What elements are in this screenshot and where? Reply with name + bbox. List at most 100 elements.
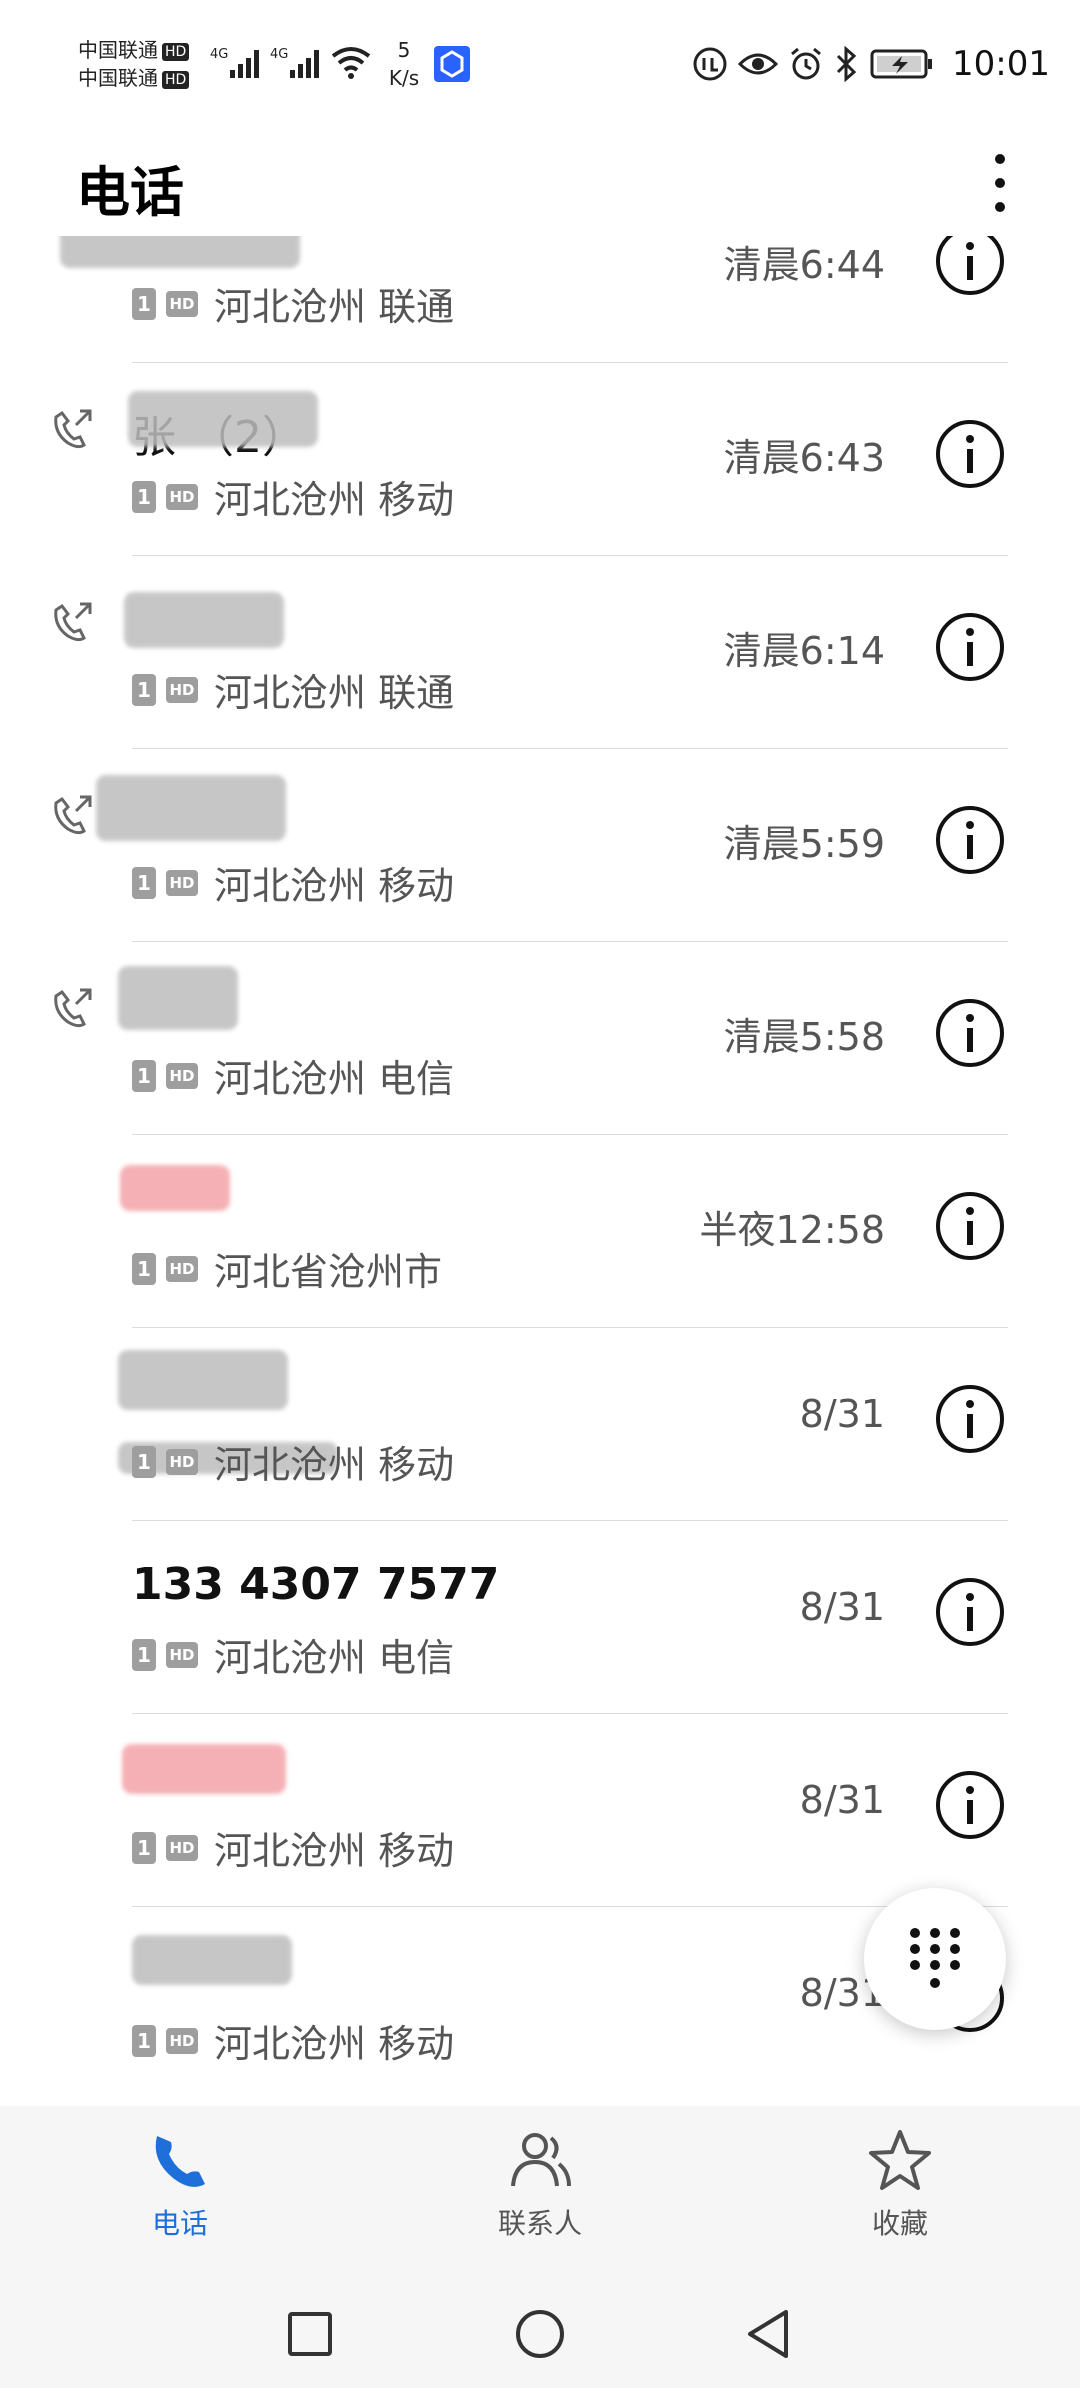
- wifi-icon: [331, 47, 371, 79]
- status-bar: 中国联通 HD 中国联通 HD 4G 4G 5 K/s 10:01: [0, 0, 1080, 120]
- more-dot: [995, 202, 1005, 212]
- more-dot: [995, 178, 1005, 188]
- bottom-navigation: 电话 联系人 收藏: [0, 2106, 1080, 2282]
- network-speed-value: 5: [397, 38, 411, 62]
- status-time: 10:01: [952, 44, 1050, 84]
- caller-location: 河北沧州 移动: [214, 1829, 455, 1873]
- phone-app-screen: 中国联通 HD 中国联通 HD 4G 4G 5 K/s 10:01 电话 1 H…: [0, 0, 1080, 2388]
- home-button[interactable]: [510, 2304, 570, 2364]
- redacted-name: [132, 1935, 292, 1985]
- info-icon[interactable]: [935, 805, 1005, 875]
- sim-card-icon: 1: [132, 287, 156, 320]
- info-icon[interactable]: [935, 236, 1005, 296]
- alarm-icon: [791, 47, 821, 80]
- call-time: 清晨6:43: [723, 436, 885, 480]
- info-icon[interactable]: [935, 612, 1005, 682]
- sim-card-icon: 1: [132, 1252, 156, 1285]
- call-time: 8/31: [799, 1392, 885, 1436]
- system-navigation-bar: [0, 2282, 1080, 2388]
- sim-card-icon: 1: [132, 480, 156, 513]
- page-title: 电话: [76, 161, 184, 224]
- phone-icon: [155, 2136, 205, 2187]
- info-icon[interactable]: [935, 998, 1005, 1068]
- caller-location: 河北沧州 电信: [214, 1057, 455, 1101]
- call-details: 1 HD 河北沧州 电信: [132, 1048, 454, 1103]
- tab-favorites[interactable]: 收藏: [800, 2128, 1000, 2268]
- info-icon[interactable]: [935, 1770, 1005, 1840]
- bluetooth-icon: [836, 46, 857, 82]
- outgoing-call-icon: [54, 795, 92, 835]
- tab-label: 收藏: [871, 2207, 928, 2240]
- eye-comfort-icon: [738, 53, 779, 75]
- contacts-icon: [511, 2133, 571, 2187]
- call-details: 1 HD 河北省沧州市: [132, 1241, 442, 1296]
- app-notification-icon: [434, 46, 470, 82]
- hd-call-icon: HD: [166, 290, 198, 317]
- call-log-row[interactable]: 1 HD 河北沧州 联通 清晨6:44: [0, 236, 1080, 363]
- tab-phone[interactable]: 电话: [80, 2128, 280, 2268]
- sim-card-icon: 1: [132, 1638, 156, 1671]
- call-time: 半夜12:58: [699, 1208, 885, 1252]
- back-button[interactable]: [740, 2304, 800, 2364]
- call-log-row[interactable]: 1 HD 河北沧州 移动 清晨5:59: [0, 749, 1080, 942]
- caller-location: 河北沧州 移动: [214, 478, 455, 522]
- more-options-button[interactable]: [980, 150, 1020, 216]
- outgoing-call-icon: [54, 409, 92, 449]
- sim-card-icon: 1: [132, 1059, 156, 1092]
- tab-contacts[interactable]: 联系人: [440, 2128, 640, 2268]
- call-log-row[interactable]: 133 4307 7577 1 HD 河北沧州 电信 8/31: [0, 1521, 1080, 1714]
- redacted-name: [96, 775, 286, 841]
- hd-call-icon: HD: [166, 2027, 198, 2054]
- caller-location: 河北沧州 电信: [214, 1636, 455, 1680]
- caller-location: 河北沧州 联通: [214, 285, 455, 329]
- hd-voice-badge: HD: [162, 70, 190, 89]
- call-log-row[interactable]: 1 HD 河北沧州 联通 清晨6:14: [0, 556, 1080, 749]
- dialpad-button[interactable]: [864, 1888, 1006, 2030]
- call-time: 清晨5:58: [723, 1015, 885, 1059]
- call-log-list: 1 HD 河北沧州 联通 清晨6:44 张 （2） 1 HD 河北沧州 移动 清…: [0, 236, 1080, 2106]
- call-details: 1 HD 河北沧州 电信: [132, 1627, 454, 1682]
- hd-call-icon: HD: [166, 869, 198, 896]
- call-log-row[interactable]: 张 （2） 1 HD 河北沧州 移动 清晨6:43: [0, 363, 1080, 556]
- redacted-name: [120, 1165, 230, 1211]
- signal-strength-1-icon: 4G: [210, 47, 259, 78]
- sim-card-icon: 1: [132, 866, 156, 899]
- recent-apps-button[interactable]: [280, 2304, 340, 2364]
- hd-call-icon: HD: [166, 1448, 198, 1475]
- sim-card-icon: 1: [132, 673, 156, 706]
- info-icon[interactable]: [935, 1384, 1005, 1454]
- info-icon[interactable]: [935, 419, 1005, 489]
- hd-call-icon: HD: [166, 676, 198, 703]
- caller-location: 河北沧州 联通: [214, 671, 455, 715]
- call-log-row[interactable]: 1 HD 河北沧州 电信 清晨5:58: [0, 942, 1080, 1135]
- call-log-row[interactable]: 1 HD 河北沧州 移动 8/31: [0, 1328, 1080, 1521]
- caller-location: 河北省沧州市: [214, 1250, 443, 1294]
- dialpad-icon: [910, 1928, 960, 1988]
- signal-strength-2-icon: 4G: [270, 47, 319, 78]
- hd-call-icon: HD: [166, 483, 198, 510]
- call-log-row[interactable]: 1 HD 河北沧州 移动 8/31: [0, 1714, 1080, 1907]
- call-log-row[interactable]: 1 HD 河北省沧州市 半夜12:58: [0, 1135, 1080, 1328]
- redacted-name: [118, 1350, 288, 1410]
- call-details: 1 HD 河北沧州 移动: [132, 2013, 454, 2068]
- info-icon[interactable]: [935, 1191, 1005, 1261]
- hd-call-icon: HD: [166, 1255, 198, 1282]
- outgoing-call-icon: [54, 602, 92, 642]
- redacted-name: [60, 236, 300, 268]
- caller-location: 河北沧州 移动: [214, 2022, 455, 2066]
- carrier-info: 中国联通 HD 中国联通 HD: [78, 36, 208, 92]
- call-time: 清晨5:59: [723, 822, 885, 866]
- call-time: 清晨6:14: [723, 629, 885, 673]
- hd-call-icon: HD: [166, 1062, 198, 1089]
- sim-card-icon: 1: [132, 1831, 156, 1864]
- info-icon[interactable]: [935, 1577, 1005, 1647]
- hd-call-icon: HD: [166, 1834, 198, 1861]
- carrier-2-name: 中国联通: [78, 66, 158, 90]
- call-time: 8/31: [799, 1778, 885, 1822]
- call-details: 1 HD 河北沧州 移动: [132, 1434, 454, 1489]
- call-time: 8/31: [799, 1585, 885, 1629]
- hd-call-icon: HD: [166, 1641, 198, 1668]
- call-details: 1 HD 河北沧州 移动: [132, 469, 454, 524]
- redacted-name: [122, 1744, 286, 1794]
- redacted-name: [128, 391, 318, 447]
